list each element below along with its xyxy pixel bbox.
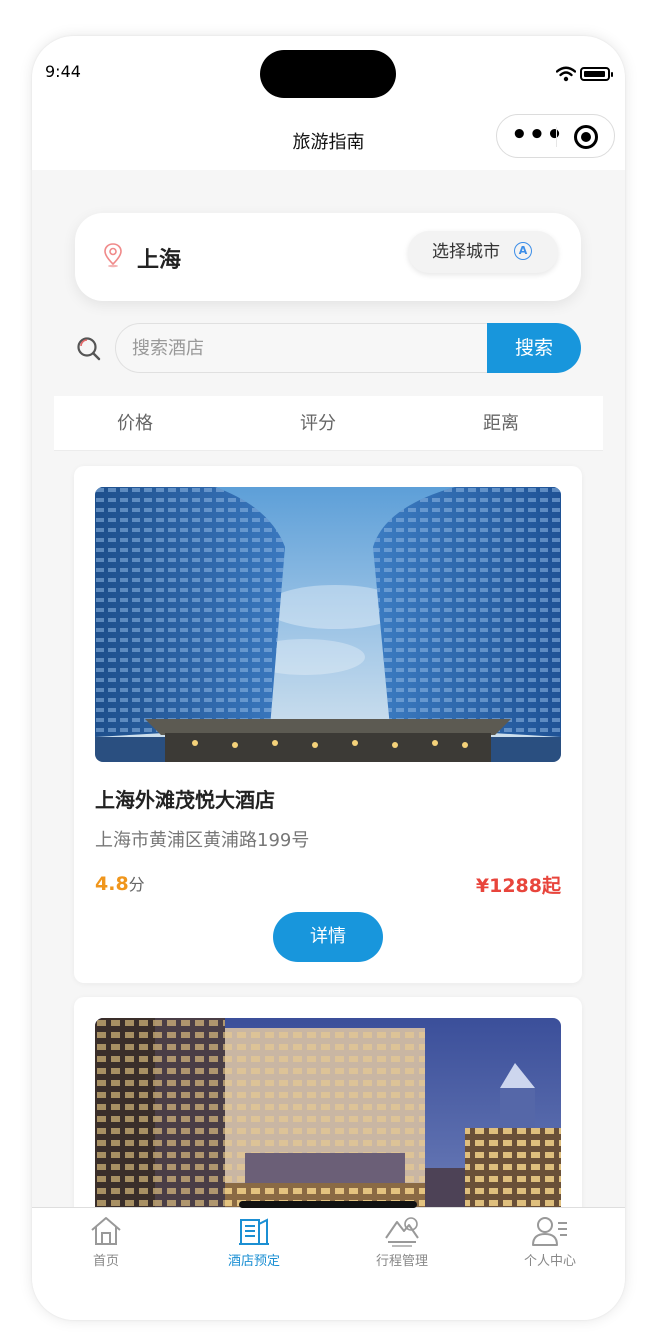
search-input[interactable] xyxy=(132,324,472,372)
tabbar-item-hotel-booking[interactable]: 酒店预定 xyxy=(194,1214,314,1269)
tab-price[interactable]: 价格 xyxy=(75,396,195,451)
bottom-tabbar: 首页 酒店预定 行程管理 个人中心 xyxy=(32,1207,625,1320)
wifi-icon xyxy=(556,66,576,82)
profile-icon xyxy=(532,1217,567,1246)
home-icon xyxy=(91,1217,121,1245)
itinerary-icon xyxy=(385,1217,419,1247)
tabbar-item-itinerary[interactable]: 行程管理 xyxy=(342,1214,462,1269)
sort-tabs: 价格 评分 距离 xyxy=(54,396,603,451)
hotel-rating: 4.8分 xyxy=(95,871,145,895)
rating-value: 4.8 xyxy=(95,873,129,895)
location-pin-icon xyxy=(104,243,122,268)
rating-unit: 分 xyxy=(128,875,145,894)
detail-button[interactable]: 详情 xyxy=(273,912,383,962)
select-city-label: 选择城市 xyxy=(432,242,500,262)
home-indicator[interactable] xyxy=(239,1201,417,1208)
hotel-photo xyxy=(95,487,561,762)
status-time: 9:44 xyxy=(45,62,81,81)
close-miniprogram-icon[interactable] xyxy=(574,125,598,149)
tabbar-item-home[interactable]: 首页 xyxy=(46,1214,166,1269)
mini-program-capsule[interactable]: ••• xyxy=(496,114,615,158)
hotel-name: 上海外滩茂悦大酒店 xyxy=(95,788,275,812)
tabbar-label: 酒店预定 xyxy=(227,1254,280,1269)
dynamic-island xyxy=(260,50,396,98)
hotel-address: 上海市黄浦区黄浦路199号 xyxy=(95,830,310,851)
hotel-booking-icon xyxy=(239,1218,269,1245)
phone-frame: 9:44 旅游指南 ••• 上海 选择城市 A 搜索酒店 搜索 价格 评分 距离… xyxy=(32,36,625,1320)
hotel-card[interactable]: 上海外滩茂悦大酒店 上海市黄浦区黄浦路199号 4.8分 ¥1288起 详情 xyxy=(74,466,582,983)
tabbar-label: 行程管理 xyxy=(375,1254,428,1269)
hotel-price: ¥1288起 xyxy=(475,875,561,897)
navigation-icon: A xyxy=(514,242,532,260)
search-button[interactable]: 搜索 xyxy=(487,323,581,373)
tab-distance[interactable]: 距离 xyxy=(441,396,561,451)
tabbar-label: 个人中心 xyxy=(523,1254,576,1269)
tab-rating[interactable]: 评分 xyxy=(258,396,378,451)
search-icon xyxy=(77,337,101,361)
navigation-header: 9:44 旅游指南 ••• xyxy=(32,36,625,170)
battery-icon xyxy=(580,67,613,81)
search-field[interactable] xyxy=(115,323,488,373)
capsule-divider xyxy=(556,127,557,147)
current-city: 上海 xyxy=(137,248,182,273)
tabbar-label: 首页 xyxy=(92,1254,119,1269)
tabbar-item-profile[interactable]: 个人中心 xyxy=(490,1214,610,1269)
select-city-button[interactable]: 选择城市 A xyxy=(408,231,558,273)
location-card: 上海 选择城市 A xyxy=(75,213,581,301)
